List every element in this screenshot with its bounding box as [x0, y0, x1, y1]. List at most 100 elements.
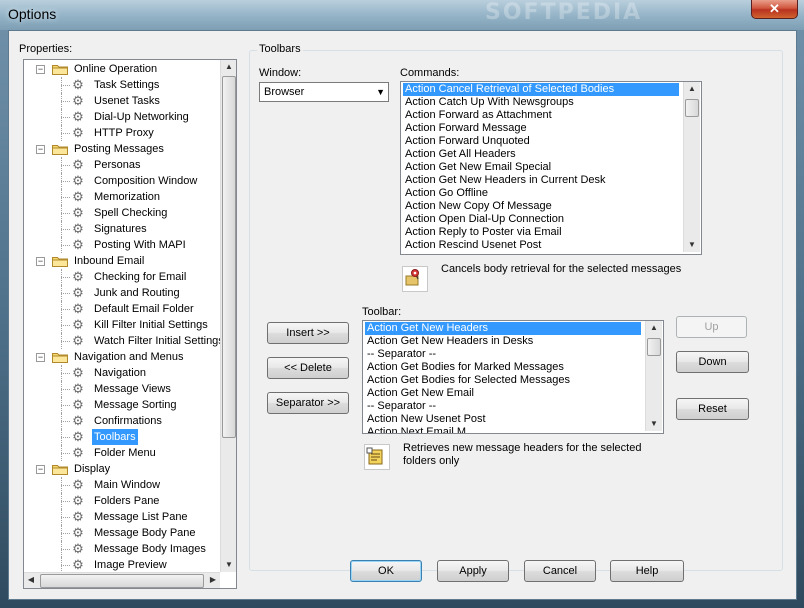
tree-horizontal-scrollbar[interactable]: ◀ ▶: [24, 572, 220, 588]
up-button[interactable]: Up: [676, 316, 747, 338]
tree-node-label: Posting Messages: [74, 143, 164, 155]
list-item[interactable]: Action Next Email M...: [365, 426, 641, 433]
tree-leaf-node[interactable]: ⚙ Watch Filter Initial Settings: [24, 333, 224, 349]
collapse-icon[interactable]: −: [36, 145, 45, 154]
tree-node-label: Message Body Pane: [94, 527, 196, 539]
list-item[interactable]: -- Separator --: [365, 400, 641, 413]
tree-leaf-node[interactable]: ⚙ Usenet Tasks: [24, 93, 220, 109]
tree-leaf-node[interactable]: ⚙ Composition Window: [24, 173, 220, 189]
scroll-right-arrow-icon[interactable]: ▶: [206, 573, 220, 587]
tree-leaf-node[interactable]: ⚙ Message Views: [24, 381, 220, 397]
list-item[interactable]: Action Get New Headers: [365, 322, 641, 335]
tree-folder-node[interactable]: − Online Operation: [24, 61, 220, 77]
collapse-icon[interactable]: −: [36, 353, 45, 362]
list-item[interactable]: Action Get New Headers in Current Desk: [403, 174, 679, 187]
scroll-down-arrow-icon[interactable]: ▼: [646, 417, 662, 431]
list-item[interactable]: Action New Usenet Post: [365, 413, 641, 426]
tree-leaf-node[interactable]: ⚙ Task Settings: [24, 77, 220, 93]
tree-scroll-thumb[interactable]: [222, 76, 236, 438]
list-item[interactable]: Action Cancel Retrieval of Selected Bodi…: [403, 83, 679, 96]
tree-leaf-node[interactable]: ⚙ Folders Pane: [24, 493, 220, 509]
tree-folder-node[interactable]: − Navigation and Menus: [24, 349, 220, 365]
tree-connector: [61, 85, 70, 86]
list-item[interactable]: Action Forward Message: [403, 122, 679, 135]
scroll-up-arrow-icon[interactable]: ▲: [646, 321, 662, 335]
tree-connector: [61, 557, 62, 573]
tree-leaf-node[interactable]: ⚙ HTTP Proxy: [24, 125, 220, 141]
list-item[interactable]: Action Forward Unquoted: [403, 135, 679, 148]
separator-button[interactable]: Separator >>: [267, 392, 349, 414]
scroll-down-arrow-icon[interactable]: ▼: [221, 558, 236, 572]
tree-leaf-node[interactable]: ⚙ Main Window: [24, 477, 220, 493]
cancel-button[interactable]: Cancel: [524, 560, 596, 582]
close-button[interactable]: ✕: [751, 0, 798, 19]
collapse-icon[interactable]: −: [36, 65, 45, 74]
tree-hscroll-thumb[interactable]: [40, 574, 204, 588]
tree-folder-node[interactable]: − Inbound Email: [24, 253, 220, 269]
list-item[interactable]: Action Open Dial-Up Connection: [403, 213, 679, 226]
commands-scroll-thumb[interactable]: [685, 99, 699, 117]
list-item[interactable]: Action Go Offline: [403, 187, 679, 200]
tree-leaf-node[interactable]: ⚙ Posting With MAPI: [24, 237, 220, 253]
list-item[interactable]: Action Forward as Attachment: [403, 109, 679, 122]
tree-leaf-node[interactable]: ⚙ Navigation: [24, 365, 220, 381]
tree-connector: [61, 181, 70, 182]
list-item[interactable]: Action Get All Headers: [403, 148, 679, 161]
tree-leaf-node[interactable]: ⚙ Kill Filter Initial Settings: [24, 317, 220, 333]
down-button[interactable]: Down: [676, 351, 749, 373]
toolbar-scroll-thumb[interactable]: [647, 338, 661, 356]
list-item[interactable]: Action New Copy Of Message: [403, 200, 679, 213]
collapse-icon[interactable]: −: [36, 465, 45, 474]
scroll-left-arrow-icon[interactable]: ◀: [24, 573, 38, 587]
collapse-icon[interactable]: −: [36, 257, 45, 266]
tree-leaf-node[interactable]: ⚙ Toolbars: [24, 429, 220, 445]
tree-leaf-node[interactable]: ⚙ Memorization: [24, 189, 220, 205]
tree-leaf-node[interactable]: ⚙ Image Preview: [24, 557, 220, 573]
commands-listbox[interactable]: Action Cancel Retrieval of Selected Bodi…: [400, 81, 702, 255]
toolbar-scrollbar[interactable]: ▲ ▼: [645, 321, 662, 431]
commands-scrollbar[interactable]: ▲ ▼: [683, 82, 700, 252]
window-select[interactable]: Browser ▼: [259, 82, 389, 102]
list-item[interactable]: Action Get New Email: [365, 387, 641, 400]
tree-leaf-node[interactable]: ⚙ Personas: [24, 157, 220, 173]
gear-icon: ⚙: [72, 93, 84, 108]
help-button[interactable]: Help: [610, 560, 684, 582]
list-item[interactable]: Action Catch Up With Newsgroups: [403, 96, 679, 109]
tree-leaf-node[interactable]: ⚙ Spell Checking: [24, 205, 220, 221]
list-item[interactable]: Action Reply to Poster via Email: [403, 226, 679, 239]
reset-button[interactable]: Reset: [676, 398, 749, 420]
title-bar[interactable]: [0, 0, 804, 30]
tree-leaf-node[interactable]: ⚙ Dial-Up Networking: [24, 109, 220, 125]
scroll-up-arrow-icon[interactable]: ▲: [221, 60, 236, 74]
delete-button[interactable]: << Delete: [267, 357, 349, 379]
tree-leaf-node[interactable]: ⚙ Signatures: [24, 221, 220, 237]
tree-leaf-node[interactable]: ⚙ Default Email Folder: [24, 301, 220, 317]
list-item[interactable]: Action Get New Email Special: [403, 161, 679, 174]
tree-leaf-node[interactable]: ⚙ Message List Pane: [24, 509, 220, 525]
toolbar-listbox[interactable]: Action Get New Headers Action Get New Hea…: [362, 320, 664, 434]
properties-tree[interactable]: − Online Operation ⚙ Task Settings ⚙ Usenet T…: [23, 59, 237, 589]
tree-folder-node[interactable]: − Posting Messages: [24, 141, 220, 157]
tree-leaf-node[interactable]: ⚙ Confirmations: [24, 413, 220, 429]
scroll-down-arrow-icon[interactable]: ▼: [684, 238, 700, 252]
list-item[interactable]: Action Get New Headers in Desks: [365, 335, 641, 348]
list-item[interactable]: Action Get Bodies for Selected Messages: [365, 374, 641, 387]
apply-button[interactable]: Apply: [437, 560, 509, 582]
tree-connector: [61, 373, 70, 374]
tree-leaf-node[interactable]: ⚙ Message Sorting: [24, 397, 220, 413]
tree-node-label: Confirmations: [94, 415, 162, 427]
tree-folder-node[interactable]: − Display: [24, 461, 220, 477]
tree-leaf-node[interactable]: ⚙ Checking for Email: [24, 269, 220, 285]
tree-leaf-node[interactable]: ⚙ Message Body Pane: [24, 525, 220, 541]
list-item[interactable]: Action Get Bodies for Marked Messages: [365, 361, 641, 374]
tree-leaf-node[interactable]: ⚙ Folder Menu: [24, 445, 220, 461]
tree-connector: [61, 205, 62, 221]
tree-leaf-node[interactable]: ⚙ Junk and Routing: [24, 285, 220, 301]
list-item[interactable]: -- Separator --: [365, 348, 641, 361]
list-item[interactable]: Action Rescind Usenet Post: [403, 239, 679, 252]
tree-vertical-scrollbar[interactable]: ▲ ▼: [220, 60, 236, 572]
scroll-up-arrow-icon[interactable]: ▲: [684, 82, 700, 96]
tree-leaf-node[interactable]: ⚙ Message Body Images: [24, 541, 220, 557]
ok-button[interactable]: OK: [350, 560, 422, 582]
insert-button[interactable]: Insert >>: [267, 322, 349, 344]
